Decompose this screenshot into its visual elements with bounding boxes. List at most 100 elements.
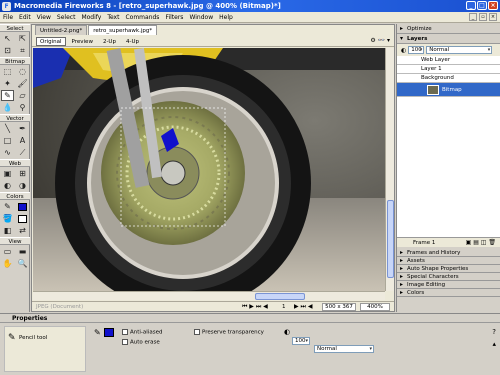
- menu-edit[interactable]: Edit: [16, 14, 34, 21]
- pencil-icon[interactable]: ✎: [1, 90, 14, 101]
- layer-opacity-field[interactable]: 100: [408, 46, 425, 54]
- doc-restore-button[interactable]: ▫: [479, 13, 487, 21]
- menu-modify[interactable]: Modify: [78, 14, 104, 21]
- fill-color-icon[interactable]: 🪣: [1, 213, 14, 224]
- frames-history-panel-header[interactable]: Frames and History: [397, 249, 500, 257]
- zoom-icon[interactable]: 🔍: [16, 258, 29, 269]
- image-canvas[interactable]: [33, 48, 385, 291]
- tool-info-box: ✎ Pencil tool: [4, 326, 86, 372]
- close-button[interactable]: ×: [488, 1, 498, 10]
- menu-filters[interactable]: Filters: [162, 14, 186, 21]
- layer-blend-mode-select[interactable]: Normal: [426, 46, 493, 54]
- menu-view[interactable]: View: [34, 14, 54, 21]
- zoom-readout[interactable]: 400%: [360, 302, 390, 311]
- vertical-scroll-thumb[interactable]: [387, 200, 394, 278]
- object-row-bitmap[interactable]: Bitmap: [397, 83, 500, 97]
- properties-title[interactable]: Properties: [12, 315, 47, 322]
- tools-section-vector: Vector: [0, 114, 30, 122]
- frame-nav-icons[interactable]: ▶ ⏭ ◀: [294, 303, 312, 311]
- layer-row-background[interactable]: Background: [397, 74, 500, 83]
- properties-panel: Properties ✎ Pencil tool ✎ Anti-aliased …: [0, 313, 500, 375]
- special-characters-panel-header[interactable]: Special Characters: [397, 273, 500, 281]
- rubber-stamp-icon[interactable]: ⚲: [16, 102, 29, 113]
- assets-panel-header[interactable]: Assets: [397, 257, 500, 265]
- tab-untitled-2[interactable]: Untitled-2.png*: [35, 25, 88, 35]
- magic-wand-icon[interactable]: ✦: [1, 78, 14, 89]
- expand-arrow-icon[interactable]: ▴: [492, 340, 496, 348]
- optimize-panel-header[interactable]: Optimize: [397, 24, 500, 34]
- horizontal-scrollbar[interactable]: [33, 291, 385, 300]
- hide-slices-icon[interactable]: ◐: [1, 180, 14, 191]
- view-bar: Original Preview 2-Up 4-Up ⚙ 👓 ▾: [32, 36, 394, 47]
- menu-select[interactable]: Select: [54, 14, 79, 21]
- tool-name: Pencil tool: [19, 335, 48, 341]
- stroke-color-icon[interactable]: ✎: [1, 201, 14, 212]
- eraser-icon[interactable]: ▱: [16, 90, 29, 101]
- hotspot-icon[interactable]: ▣: [1, 168, 14, 179]
- menu-help[interactable]: Help: [216, 14, 236, 21]
- swap-colors-icon[interactable]: ⇄: [16, 225, 29, 236]
- standard-screen-icon[interactable]: ▭: [1, 246, 14, 257]
- brush-icon[interactable]: 🖌: [16, 78, 29, 89]
- rectangle-icon[interactable]: □: [1, 135, 14, 146]
- layer-row-layer-1[interactable]: Layer 1: [397, 65, 500, 74]
- text-icon[interactable]: A: [16, 135, 29, 146]
- menu-text[interactable]: Text: [104, 14, 122, 21]
- lasso-icon[interactable]: ◌: [16, 66, 29, 77]
- stroke-swatch[interactable]: [16, 201, 29, 212]
- marquee-icon[interactable]: ⬚: [1, 66, 14, 77]
- line-icon[interactable]: ╲: [1, 123, 14, 134]
- frame-label[interactable]: Frame 1: [413, 240, 435, 246]
- fireworks-app-icon: F: [2, 1, 11, 11]
- 2-up-view-button[interactable]: 2-Up: [99, 37, 120, 46]
- doc-close-button[interactable]: ×: [489, 13, 497, 21]
- original-view-button[interactable]: Original: [36, 36, 66, 46]
- show-slices-icon[interactable]: ◑: [16, 180, 29, 191]
- document-options-icons[interactable]: ⚙ 👓 ▾: [370, 37, 390, 44]
- fill-swatch[interactable]: [16, 213, 29, 224]
- scale-icon[interactable]: ⊡: [1, 45, 14, 56]
- layers-panel-header[interactable]: Layers: [397, 34, 500, 44]
- full-screen-menu-icon[interactable]: ▬: [16, 246, 29, 257]
- crop-icon[interactable]: ⌗: [16, 45, 29, 56]
- tool-opacity-field[interactable]: 100: [292, 337, 310, 345]
- knife-icon[interactable]: ⟋: [16, 147, 29, 158]
- help-icon[interactable]: ?: [492, 328, 496, 336]
- auto-shape-properties-panel-header[interactable]: Auto Shape Properties: [397, 265, 500, 273]
- layer-row-web-layer[interactable]: Web Layer: [397, 56, 500, 65]
- anti-aliased-checkbox[interactable]: [122, 329, 128, 335]
- hand-icon[interactable]: ✋: [1, 258, 14, 269]
- colors-panel-header[interactable]: Colors: [397, 289, 500, 297]
- menu-commands[interactable]: Commands: [122, 14, 162, 21]
- 4-up-view-button[interactable]: 4-Up: [122, 37, 143, 46]
- layer-name: Web Layer: [421, 57, 451, 63]
- frame-controls[interactable]: ⏮ ▶ ⏭ ◀: [242, 303, 268, 311]
- auto-erase-checkbox[interactable]: [122, 339, 128, 345]
- tab-retro-superhawk[interactable]: retro_superhawk.jpg*: [88, 25, 158, 35]
- vertical-scrollbar[interactable]: [385, 48, 394, 291]
- preserve-transparency-checkbox[interactable]: [194, 329, 200, 335]
- pen-icon[interactable]: ✒: [16, 123, 29, 134]
- preview-view-button[interactable]: Preview: [68, 37, 97, 46]
- horizontal-scroll-thumb[interactable]: [255, 293, 305, 300]
- tool-blend-mode-select[interactable]: Normal: [314, 345, 374, 353]
- menu-file[interactable]: File: [0, 14, 16, 21]
- image-editing-panel-header[interactable]: Image Editing: [397, 281, 500, 289]
- blur-icon[interactable]: 💧: [1, 102, 14, 113]
- pointer-icon[interactable]: ↖: [1, 33, 14, 44]
- minimize-button[interactable]: _: [466, 1, 476, 10]
- freeform-icon[interactable]: ∿: [1, 147, 14, 158]
- slice-icon[interactable]: ⊞: [16, 168, 29, 179]
- maximize-button[interactable]: □: [477, 1, 487, 10]
- auto-erase-option[interactable]: Auto erase: [122, 339, 160, 346]
- bitmap-thumbnail: [427, 84, 439, 95]
- pencil-color-swatch[interactable]: [104, 328, 114, 337]
- anti-aliased-option[interactable]: Anti-aliased: [122, 329, 162, 336]
- preserve-transparency-option[interactable]: Preserve transparency: [194, 329, 264, 336]
- menu-window[interactable]: Window: [186, 14, 216, 21]
- layer-actions-icons[interactable]: ▣ ▤ ◫ 🗑: [466, 238, 496, 248]
- default-colors-icon[interactable]: ◧: [1, 225, 14, 236]
- motorcycle-wheel-image: [33, 48, 385, 291]
- subselect-icon[interactable]: ⇱: [16, 33, 29, 44]
- doc-minimize-button[interactable]: _: [469, 13, 477, 21]
